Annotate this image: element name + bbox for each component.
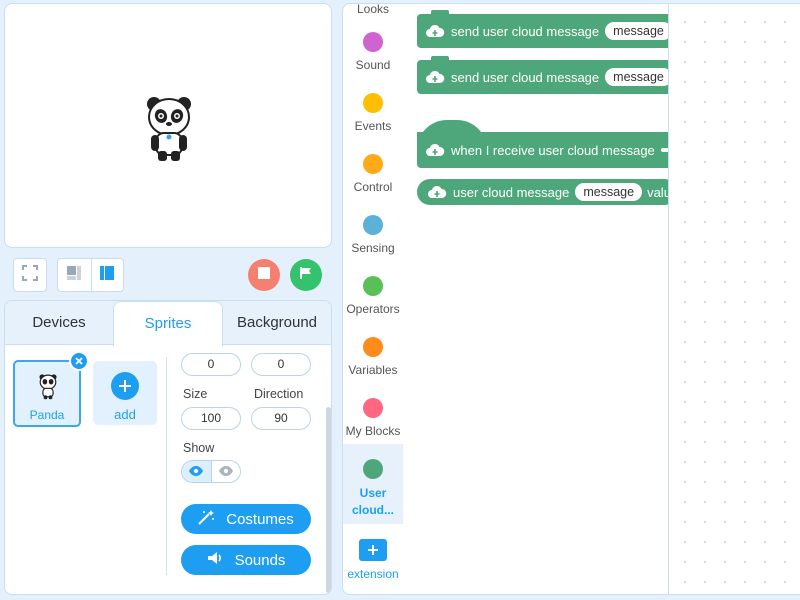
y-position-field[interactable]: 0 [251, 353, 311, 376]
show-hidden-button[interactable] [210, 461, 240, 482]
green-flag-button[interactable] [290, 259, 322, 291]
block-text: user cloud message [453, 184, 570, 200]
category-events[interactable]: Events [343, 93, 403, 133]
plus-icon [111, 372, 139, 400]
block-user-cloud-message-reporter[interactable]: user cloud message message valu [417, 179, 668, 205]
close-icon [75, 352, 83, 370]
category-variables[interactable]: Variables [343, 337, 403, 377]
stage-canvas[interactable] [4, 3, 332, 248]
sounds-button[interactable]: Sounds [181, 545, 311, 575]
category-label: Control [353, 180, 393, 194]
x-position-field[interactable]: 0 [181, 353, 241, 376]
block-notch [431, 10, 449, 15]
script-workspace[interactable] [668, 3, 800, 595]
divider [166, 357, 167, 575]
block-text: send user cloud message [451, 69, 600, 85]
fullscreen-icon [22, 264, 38, 286]
cloud-icon [425, 69, 445, 85]
category-label: User cloud... [352, 486, 394, 517]
block-text: when I receive user cloud message [451, 142, 655, 158]
category-label: Sensing [351, 241, 395, 255]
block-send-user-cloud-message[interactable]: send user cloud message message [417, 10, 668, 48]
tab-background[interactable]: Background [223, 301, 331, 345]
category-label: Looks [356, 3, 390, 16]
show-visible-button[interactable] [182, 461, 211, 482]
tab-devices[interactable]: Devices [5, 301, 113, 345]
message-input[interactable]: message [605, 22, 668, 40]
panda-sprite-on-stage[interactable] [143, 91, 195, 168]
direction-label: Direction [254, 387, 304, 401]
block-text-tail: valu [647, 184, 668, 200]
sprite-name: Panda [29, 408, 65, 422]
category-label: My Blocks [345, 424, 401, 438]
fullscreen-button[interactable] [13, 258, 47, 292]
category-dot-icon [363, 93, 383, 113]
add-extension-icon [359, 539, 387, 561]
category-label: Sound [355, 58, 391, 72]
category-sensing[interactable]: Sensing [343, 215, 403, 255]
stage-layout-toggle [57, 258, 124, 292]
category-looks[interactable]: Looks [343, 3, 403, 16]
show-label: Show [183, 441, 215, 455]
stop-icon [258, 266, 270, 284]
block-when-i-receive-user-cloud-message[interactable]: when I receive user cloud message [417, 132, 668, 168]
show-toggle [181, 460, 241, 483]
small-stage-button[interactable] [58, 259, 91, 291]
category-user-cloud[interactable]: User cloud... [343, 444, 403, 524]
category-dot-icon [363, 398, 383, 418]
category-dot-icon [363, 276, 383, 296]
eye-icon [188, 463, 204, 481]
category-label: Variables [348, 363, 398, 377]
sprite-card-panda[interactable]: Panda [13, 360, 81, 427]
category-dot-icon [363, 215, 383, 235]
large-stage-layout-icon [99, 265, 115, 286]
sprite-panel-tabs: Devices Sprites Background [5, 301, 331, 346]
direction-field[interactable]: 90 [251, 407, 311, 430]
tab-sprites[interactable]: Sprites [113, 301, 223, 346]
category-dot-icon [363, 154, 383, 174]
panda-thumbnail [37, 372, 59, 405]
cloud-icon [425, 142, 445, 158]
block-send-user-cloud-message[interactable]: send user cloud message message [417, 56, 668, 94]
speaker-icon [207, 551, 225, 569]
green-flag-icon [299, 266, 313, 285]
category-my-blocks[interactable]: My Blocks [343, 398, 403, 438]
block-notch [431, 56, 449, 61]
cloud-icon [425, 23, 445, 39]
message-input[interactable]: message [575, 183, 643, 201]
category-label: Operators [346, 302, 400, 316]
category-label: Events [354, 119, 392, 133]
costumes-label: Costumes [226, 510, 294, 528]
size-field[interactable]: 100 [181, 407, 241, 430]
magic-wand-icon [198, 509, 216, 529]
block-palette: send user cloud message message send use… [403, 3, 668, 595]
block-text: send user cloud message [451, 23, 600, 39]
sprite-panel: Devices Sprites Background Panda add 0 0… [4, 300, 332, 595]
cloud-icon [427, 184, 447, 200]
message-input[interactable]: message [605, 68, 668, 86]
scrollbar[interactable] [326, 407, 331, 593]
category-dot-icon [363, 459, 383, 479]
category-operators[interactable]: Operators [343, 276, 403, 316]
large-stage-button[interactable] [90, 259, 124, 291]
size-label: Size [183, 387, 208, 401]
add-sprite-label: add [114, 407, 136, 422]
stop-button[interactable] [248, 259, 280, 291]
costumes-button[interactable]: Costumes [181, 504, 311, 534]
small-stage-layout-icon [66, 265, 82, 286]
extension-label: extension [347, 567, 399, 581]
extension-button[interactable]: extension [343, 539, 403, 581]
category-dot-icon [363, 32, 383, 52]
category-control[interactable]: Control [343, 154, 403, 194]
eye-hidden-icon [218, 463, 234, 481]
delete-sprite-button[interactable] [69, 351, 89, 371]
category-dot-icon [363, 337, 383, 357]
block-categories: Looks Sound Events Control Sensing Opera… [342, 3, 403, 595]
message-dropdown[interactable] [660, 148, 668, 152]
add-sprite-button[interactable]: add [93, 361, 157, 425]
sounds-label: Sounds [234, 551, 286, 569]
category-sound[interactable]: Sound [343, 32, 403, 72]
